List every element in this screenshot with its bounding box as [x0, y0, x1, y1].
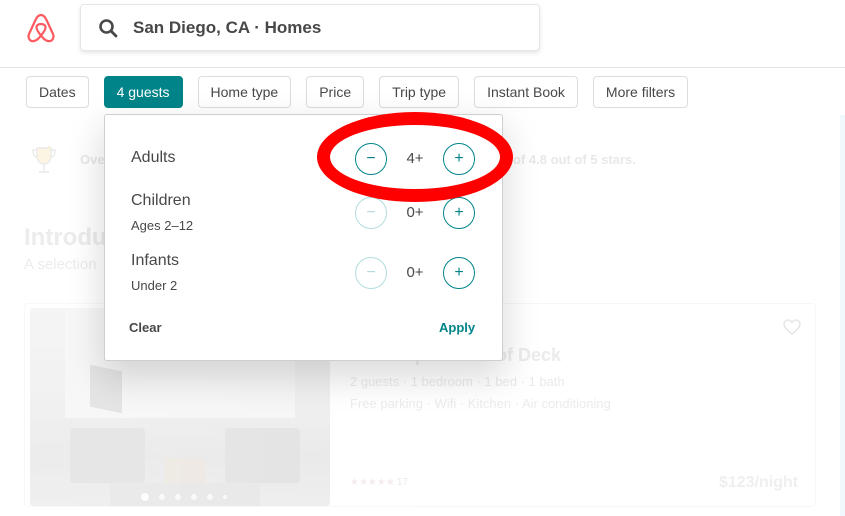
clear-button[interactable]: Clear [129, 320, 162, 335]
section-title: Introdu [24, 224, 107, 251]
apply-button[interactable]: Apply [439, 320, 475, 335]
filter-trip-type-button[interactable]: Trip type [379, 76, 460, 108]
filter-home-type-button[interactable]: Home type [197, 76, 292, 108]
section-subtitle: A selection [24, 256, 97, 273]
superhost-banner-text: Ove [80, 152, 105, 167]
guests-popover: Adults − 4+ + Children Ages 2–12 − 0+ + … [104, 114, 503, 361]
plus-icon: + [454, 264, 464, 281]
carousel-dot[interactable] [191, 494, 197, 500]
adults-count: 4+ [406, 150, 424, 167]
infants-increment-button[interactable]: + [443, 257, 475, 289]
carousel-dot[interactable] [159, 494, 165, 500]
infants-age-range: Under 2 [131, 278, 178, 293]
review-count: 17 [396, 477, 408, 488]
search-input[interactable]: San Diego, CA · Homes [133, 18, 321, 38]
minus-icon: − [366, 204, 376, 221]
filter-instant-book-button[interactable]: Instant Book [474, 76, 578, 108]
carousel-dot[interactable] [207, 494, 213, 500]
adults-increment-button[interactable]: + [443, 143, 475, 175]
superhost-banner-rating-text: of 4.8 out of 5 stars. [513, 152, 636, 167]
filter-guests-button[interactable]: 4 guests [103, 76, 183, 108]
minus-icon: − [366, 264, 376, 281]
carousel-dot[interactable] [141, 493, 149, 501]
adults-label: Adults [131, 149, 176, 166]
airbnb-logo-icon[interactable] [24, 11, 58, 45]
carousel-dot[interactable] [175, 494, 181, 500]
photo-carousel-dots[interactable] [141, 493, 237, 501]
right-map-rail [840, 115, 845, 516]
listing-meta: 2 guests · 1 bedroom · 1 bed · 1 bath [350, 374, 565, 389]
children-age-range: Ages 2–12 [131, 218, 194, 233]
plus-icon: + [454, 150, 464, 167]
carousel-dot[interactable] [223, 495, 227, 499]
filter-more-filters-button[interactable]: More filters [592, 76, 689, 108]
listing-rating: ★★★★★ 17 [350, 477, 408, 488]
children-label: Children [131, 192, 191, 209]
listing-price: $123/night [719, 474, 799, 491]
minus-icon: − [366, 150, 376, 167]
rating-stars: ★★★★★ [350, 477, 395, 488]
search-icon [99, 18, 118, 37]
children-increment-button[interactable]: + [443, 197, 475, 229]
children-decrement-button[interactable]: − [355, 197, 387, 229]
plus-icon: + [454, 204, 464, 221]
filter-price-button[interactable]: Price [306, 76, 365, 108]
infants-count: 0+ [406, 264, 424, 281]
filter-bar: Dates 4 guests Home type Price Trip type… [26, 76, 703, 108]
trophy-icon [32, 145, 56, 173]
top-header: San Diego, CA · Homes [0, 0, 845, 68]
children-count: 0+ [406, 204, 424, 221]
search-bar[interactable]: San Diego, CA · Homes [80, 4, 540, 51]
listing-amenities: Free parking · Wifi · Kitchen · Air cond… [350, 396, 611, 411]
filter-dates-button[interactable]: Dates [26, 76, 89, 108]
infants-label: Infants [131, 252, 180, 269]
heart-icon[interactable] [783, 319, 801, 335]
adults-decrement-button[interactable]: − [355, 143, 387, 175]
infants-decrement-button[interactable]: − [355, 257, 387, 289]
